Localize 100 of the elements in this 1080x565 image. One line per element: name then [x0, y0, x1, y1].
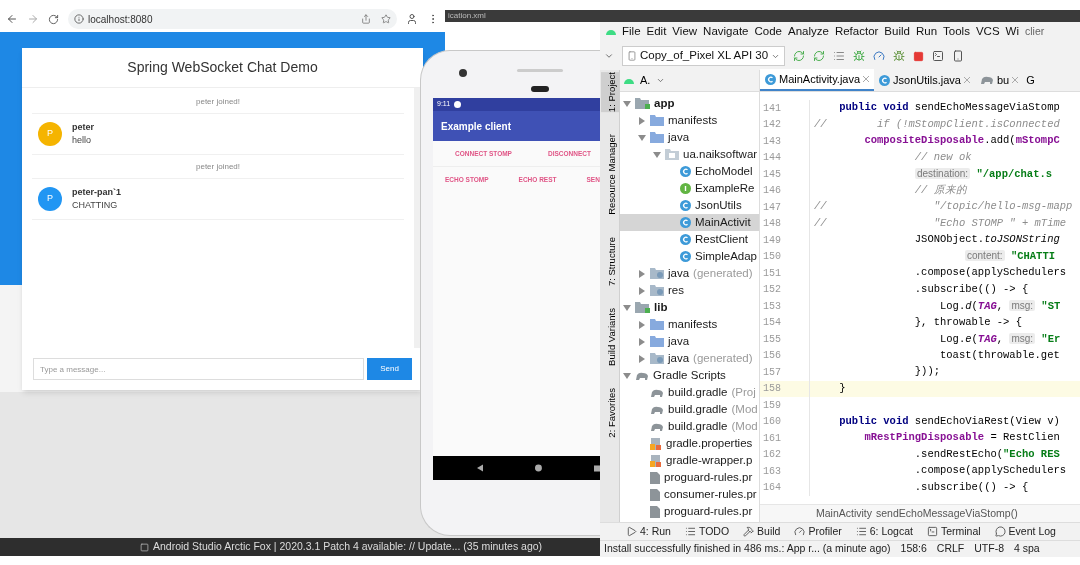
menu-item[interactable]: Analyze — [787, 23, 829, 41]
tree-item[interactable]: build.gradle (Proj — [620, 384, 759, 401]
status-item[interactable]: CRLF — [936, 541, 965, 557]
editor-tab[interactable]: JsonUtils.java — [874, 69, 975, 91]
menu-item[interactable]: Run — [915, 23, 938, 41]
folder-icon — [650, 132, 664, 143]
tree-item[interactable]: java — [620, 129, 759, 146]
close-icon[interactable] — [863, 76, 870, 82]
menu-item[interactable]: Tools — [943, 23, 970, 41]
line-number: 155 — [762, 332, 782, 347]
tool-window-tab[interactable]: 1: Project — [600, 72, 619, 113]
back-icon[interactable] — [6, 13, 18, 25]
apply-changes-icon[interactable] — [793, 50, 806, 62]
caret-icon[interactable] — [656, 76, 666, 85]
tool-window-tab[interactable]: Resource Manager — [600, 134, 619, 215]
list-icon[interactable] — [833, 50, 846, 62]
project-view-selector[interactable]: A. — [640, 72, 651, 89]
expanded-arrow-icon[interactable] — [623, 303, 631, 312]
menu-item[interactable]: Build — [884, 23, 910, 41]
code-line: public void sendEchoMessageViaStomp — [838, 100, 1060, 116]
expanded-arrow-icon[interactable] — [623, 371, 631, 380]
apply-code-changes-icon[interactable] — [813, 50, 826, 62]
menu-item[interactable]: File — [622, 23, 641, 41]
editor-tab[interactable]: MainActivity.java — [760, 69, 875, 91]
tool-window-tab[interactable]: 7: Structure — [600, 236, 619, 287]
tool-window-button[interactable]: Profiler — [794, 523, 842, 540]
tool-window-button[interactable]: Build — [743, 523, 781, 540]
breadcrumb-item[interactable]: MainActivity — [816, 505, 872, 522]
tree-item[interactable]: Gradle Scripts — [620, 367, 759, 384]
menu-item[interactable]: Edit — [646, 23, 667, 41]
tree-item[interactable]: MainActivit — [620, 214, 759, 231]
tree-item-label: build.gradle — [668, 418, 728, 434]
device-manager-icon[interactable] — [952, 50, 965, 62]
tree-item[interactable]: lib — [620, 299, 759, 316]
stop-icon[interactable] — [913, 50, 925, 62]
status-item[interactable]: UTF-8 — [974, 541, 1004, 557]
tree-item[interactable]: java (generated) — [620, 350, 759, 367]
home-icon[interactable] — [535, 464, 542, 472]
tree-item[interactable]: gradle-wrapper.p — [620, 452, 759, 469]
line-number: 145 — [762, 167, 782, 182]
tree-item-label: java — [668, 333, 690, 349]
tool-window-button[interactable]: Terminal — [926, 523, 981, 540]
tool-window-button[interactable]: Event Log — [994, 523, 1056, 540]
menu-item[interactable]: Navigate — [703, 23, 749, 41]
send-button[interactable]: Send — [367, 358, 412, 380]
run-configuration-dropdown[interactable]: Copy_of_Pixel XL API 30 — [622, 46, 786, 66]
tree-item[interactable]: java — [620, 333, 759, 350]
tool-window-tab[interactable]: Build Variants — [600, 308, 619, 366]
tree-item-label: java — [668, 265, 690, 281]
tree-item[interactable]: gradle.properties — [620, 435, 759, 452]
share-icon[interactable] — [361, 14, 371, 24]
collapsed-arrow-icon[interactable] — [638, 116, 646, 125]
status-item[interactable]: 4 spa — [1014, 541, 1040, 557]
terminal-icon[interactable] — [932, 50, 945, 62]
editor-tab[interactable]: bu — [974, 69, 1024, 91]
file-icon — [650, 505, 660, 518]
tree-item[interactable]: manifests — [620, 112, 759, 129]
star-icon[interactable] — [381, 14, 391, 24]
breadcrumb-item[interactable]: sendEchoMessageViaStomp() — [876, 505, 1018, 522]
menu-item[interactable]: VCS — [975, 23, 1000, 41]
tool-window-button[interactable]: 4: Run — [626, 523, 671, 540]
tool-window-button[interactable]: 6: Logcat — [855, 523, 913, 540]
status-item[interactable]: 158:6 — [900, 541, 927, 557]
tool-window-tab[interactable]: 2: Favorites — [600, 387, 619, 438]
tree-item[interactable]: ExampleRe — [620, 180, 759, 197]
tree-item[interactable]: proguard-rules.pr — [620, 503, 759, 520]
line-number: 149 — [762, 233, 782, 248]
menu-item[interactable]: Code — [754, 23, 782, 41]
back-icon[interactable] — [477, 464, 484, 472]
profile-icon[interactable] — [873, 50, 886, 62]
code-line: }, throwable -> { — [913, 314, 1022, 330]
tree-item[interactable]: EchoModel — [620, 163, 759, 180]
tree-item[interactable]: java (generated) — [620, 265, 759, 282]
tool-window-button[interactable]: TODO — [684, 523, 730, 540]
menu-item[interactable]: Wi — [1005, 23, 1019, 41]
code-line: // if (!mStompClient.isConnected — [813, 116, 1060, 132]
expanded-arrow-icon[interactable] — [623, 99, 631, 108]
close-icon[interactable] — [1012, 77, 1019, 83]
menu-item[interactable]: View — [672, 23, 698, 41]
tree-item[interactable]: manifests — [620, 316, 759, 333]
tree-item[interactable]: JsonUtils — [620, 197, 759, 214]
tree-item[interactable]: build.gradle (Mod — [620, 401, 759, 418]
menu-item[interactable]: Refactor — [834, 23, 879, 41]
message-input[interactable]: Type a message... — [33, 358, 364, 380]
tree-item[interactable]: SimpleAdap — [620, 248, 759, 265]
reload-icon[interactable] — [48, 13, 59, 25]
recents-icon[interactable] — [593, 464, 600, 472]
tree-item[interactable]: proguard-rules.pr — [620, 469, 759, 486]
dropdown-icon[interactable] — [604, 51, 614, 61]
tree-item[interactable]: ua.naiksoftwar — [620, 146, 759, 163]
tree-item[interactable]: res — [620, 282, 759, 299]
close-icon[interactable] — [963, 77, 970, 83]
tree-item[interactable]: build.gradle (Mod — [620, 418, 759, 435]
debug-icon[interactable] — [853, 50, 866, 62]
tree-item[interactable]: consumer-rules.pr — [620, 486, 759, 503]
profile-icon[interactable] — [406, 13, 418, 25]
address-bar[interactable]: localhost:8080 — [68, 9, 397, 29]
tree-item[interactable]: app — [620, 95, 759, 112]
tree-item[interactable]: RestClient — [620, 231, 759, 248]
attach-debugger-icon[interactable] — [893, 50, 906, 62]
